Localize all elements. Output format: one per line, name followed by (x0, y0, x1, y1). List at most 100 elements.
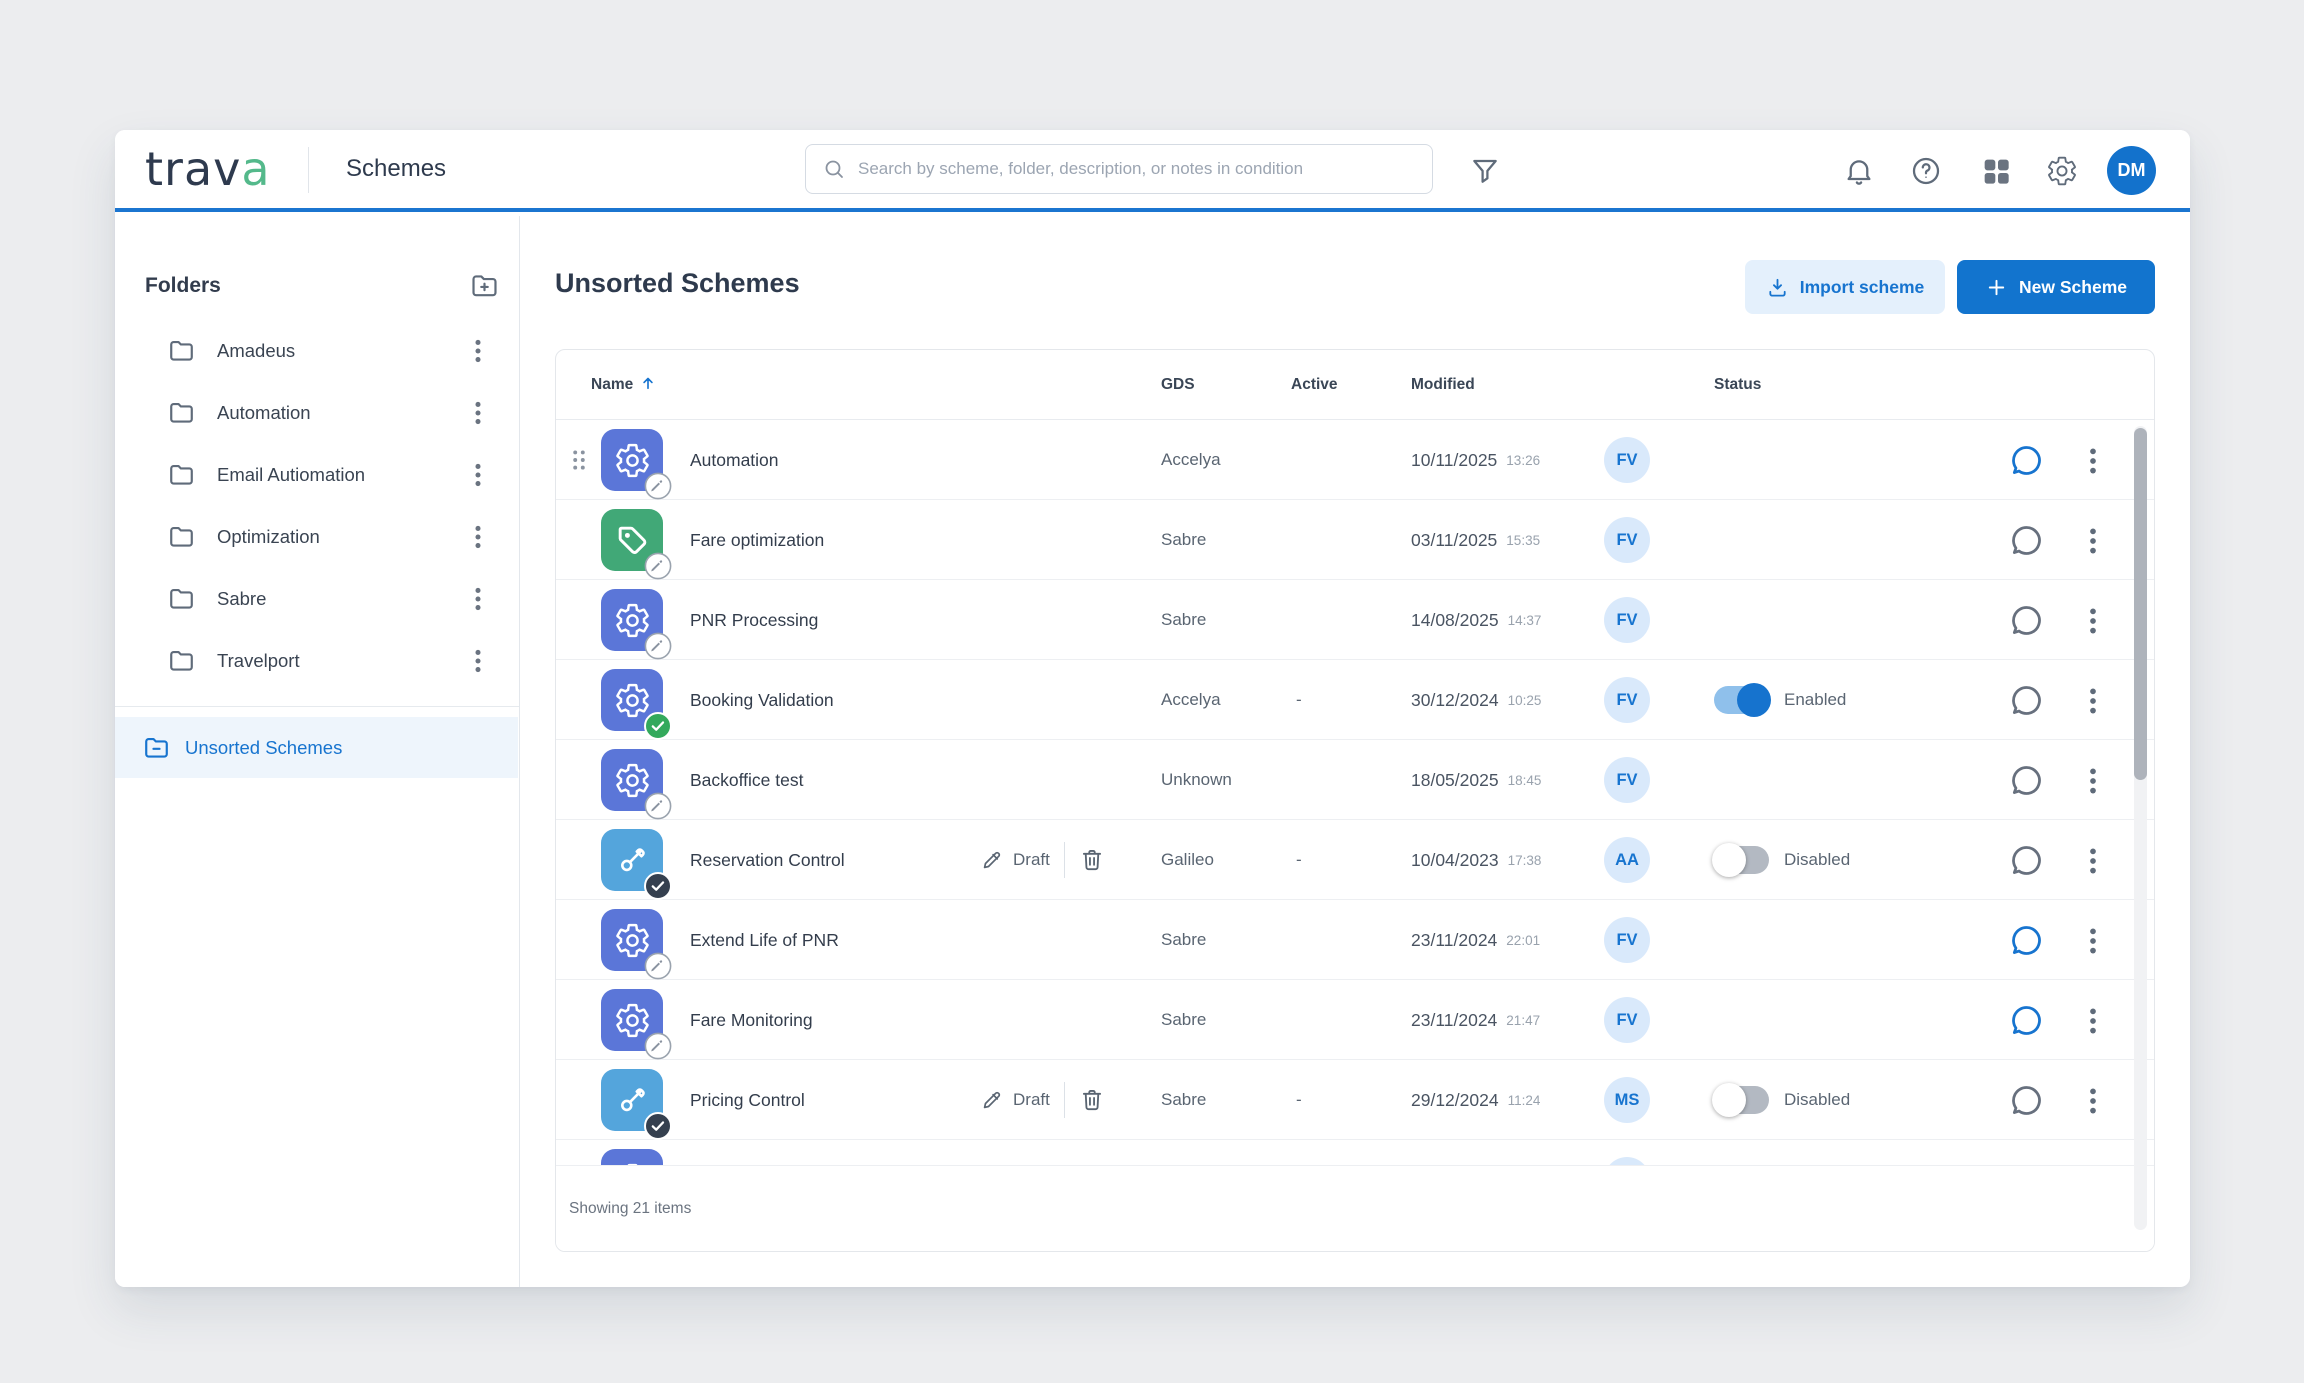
folder-icon (167, 646, 196, 675)
modified-time: 18:45 (1508, 773, 1542, 788)
comments-button[interactable] (2008, 442, 2045, 479)
comments-button[interactable] (2008, 842, 2045, 879)
comments-button[interactable] (2008, 602, 2045, 639)
modified-cell: 10/11/202513:26 (1411, 420, 1540, 500)
modified-date: 10/04/2023 (1411, 850, 1499, 871)
draft-pencil-icon (980, 1088, 1004, 1112)
user-avatar[interactable]: DM (2107, 146, 2156, 195)
sidebar-folder-item[interactable]: Optimization (115, 506, 519, 568)
status-cell: Disabled (1714, 1060, 1850, 1140)
scrollbar-thumb[interactable] (2134, 428, 2147, 780)
trash-icon (1079, 847, 1105, 873)
comments-button[interactable] (2008, 682, 2045, 719)
gds-value: Sabre (1161, 1060, 1206, 1140)
pencil-badge-icon (644, 1032, 672, 1060)
folder-menu-button[interactable] (462, 521, 494, 553)
folder-menu-button[interactable] (462, 459, 494, 491)
status-toggle[interactable] (1714, 846, 1769, 874)
comments-button[interactable] (2008, 1002, 2045, 1039)
delete-button[interactable] (1079, 847, 1105, 873)
apps-grid-button[interactable] (1978, 153, 2014, 189)
comments-button[interactable] (2008, 522, 2045, 559)
help-button[interactable] (1908, 153, 1944, 189)
row-menu-button[interactable] (2075, 603, 2111, 639)
folder-menu-button[interactable] (462, 335, 494, 367)
column-header-modified[interactable]: Modified (1411, 350, 1475, 420)
sidebar-folder-item[interactable]: Sabre (115, 568, 519, 630)
chat-bubble-icon (2008, 602, 2045, 639)
row-menu-button[interactable] (2075, 443, 2111, 479)
gds-value: Sabre (1161, 580, 1206, 660)
sidebar-item-unsorted-schemes[interactable]: Unsorted Schemes (115, 717, 518, 778)
row-menu-button[interactable] (2075, 763, 2111, 799)
kebab-icon (2075, 843, 2111, 879)
table-row[interactable]: Pricing ControlDraftSabre-29/12/202411:2… (556, 1060, 2154, 1140)
row-menu-button[interactable] (2075, 683, 2111, 719)
gds-value: Accelya (1161, 660, 1221, 740)
notifications-button[interactable] (1841, 153, 1877, 189)
settings-button[interactable] (2044, 153, 2080, 189)
new-scheme-button[interactable]: New Scheme (1957, 260, 2155, 314)
drag-handle-icon[interactable] (566, 444, 592, 476)
table-row[interactable]: Extend Life of PNRSabre23/11/202422:01FV (556, 900, 2154, 980)
table-row[interactable]: AutomationAccelya10/11/202513:26FV (556, 420, 2154, 500)
table-row[interactable] (556, 1140, 2154, 1165)
add-folder-button[interactable] (467, 268, 501, 302)
table-row[interactable]: Fare optimizationSabre03/11/202515:35FV (556, 500, 2154, 580)
modified-time: 10:25 (1508, 693, 1542, 708)
sidebar-folder-item[interactable]: Amadeus (115, 320, 519, 382)
comments-button[interactable] (2008, 762, 2045, 799)
table-row[interactable]: Backoffice testUnknown18/05/202518:45FV (556, 740, 2154, 820)
folder-icon (167, 336, 196, 365)
table-row[interactable]: Booking ValidationAccelya-30/12/202410:2… (556, 660, 2154, 740)
sidebar-folder-item[interactable]: Email Autiomation (115, 444, 519, 506)
table-row[interactable]: Reservation ControlDraftGalileo-10/04/20… (556, 820, 2154, 900)
folder-menu-button[interactable] (462, 397, 494, 429)
pencil-badge-icon (644, 632, 672, 660)
status-toggle[interactable] (1714, 1086, 1769, 1114)
table-row[interactable]: PNR ProcessingSabre14/08/202514:37FV (556, 580, 2154, 660)
folder-label: Amadeus (217, 320, 295, 382)
folder-menu-button[interactable] (462, 645, 494, 677)
kebab-icon (2075, 603, 2111, 639)
trava-logo[interactable]: trava (145, 142, 271, 196)
search-icon (822, 157, 846, 181)
scheme-type-icon (601, 1149, 663, 1165)
kebab-icon (2075, 443, 2111, 479)
modified-date: 23/11/2024 (1411, 930, 1497, 951)
delete-button[interactable] (1079, 1087, 1105, 1113)
search-input[interactable] (858, 159, 1416, 179)
column-header-active[interactable]: Active (1291, 350, 1338, 420)
column-header-status[interactable]: Status (1714, 350, 1761, 420)
sidebar-folder-item[interactable]: Travelport (115, 630, 519, 692)
sidebar-folder-item[interactable]: Automation (115, 382, 519, 444)
scrollbar-track[interactable] (2134, 426, 2147, 1230)
modified-cell: 03/11/202515:35 (1411, 500, 1540, 580)
column-header-name[interactable]: Name (591, 350, 657, 420)
filter-button[interactable] (1467, 153, 1503, 189)
row-menu-button[interactable] (2075, 523, 2111, 559)
row-menu-button[interactable] (2075, 1083, 2111, 1119)
chat-bubble-icon (2008, 1002, 2045, 1039)
folder-icon (167, 460, 196, 489)
modified-time: 14:37 (1508, 613, 1542, 628)
draft-divider (1064, 842, 1065, 878)
comments-button[interactable] (2008, 922, 2045, 959)
table-row[interactable]: Fare MonitoringSabre23/11/202421:47FV (556, 980, 2154, 1060)
row-menu-button[interactable] (2075, 1003, 2111, 1039)
folder-menu-button[interactable] (462, 583, 494, 615)
pencil-badge-icon (644, 552, 672, 580)
chat-bubble-icon (2008, 682, 2045, 719)
owner-avatar: MS (1604, 1077, 1650, 1123)
kebab-icon (2075, 763, 2111, 799)
active-value: - (1296, 1060, 1302, 1140)
row-menu-button[interactable] (2075, 843, 2111, 879)
comments-button[interactable] (2008, 1082, 2045, 1119)
import-scheme-button[interactable]: Import scheme (1745, 260, 1945, 314)
column-header-gds[interactable]: GDS (1161, 350, 1195, 420)
status-label: Enabled (1784, 690, 1846, 710)
scheme-type-icon (601, 749, 663, 811)
row-menu-button[interactable] (2075, 923, 2111, 959)
modified-date: 18/05/2025 (1411, 770, 1499, 791)
status-toggle[interactable] (1714, 686, 1769, 714)
